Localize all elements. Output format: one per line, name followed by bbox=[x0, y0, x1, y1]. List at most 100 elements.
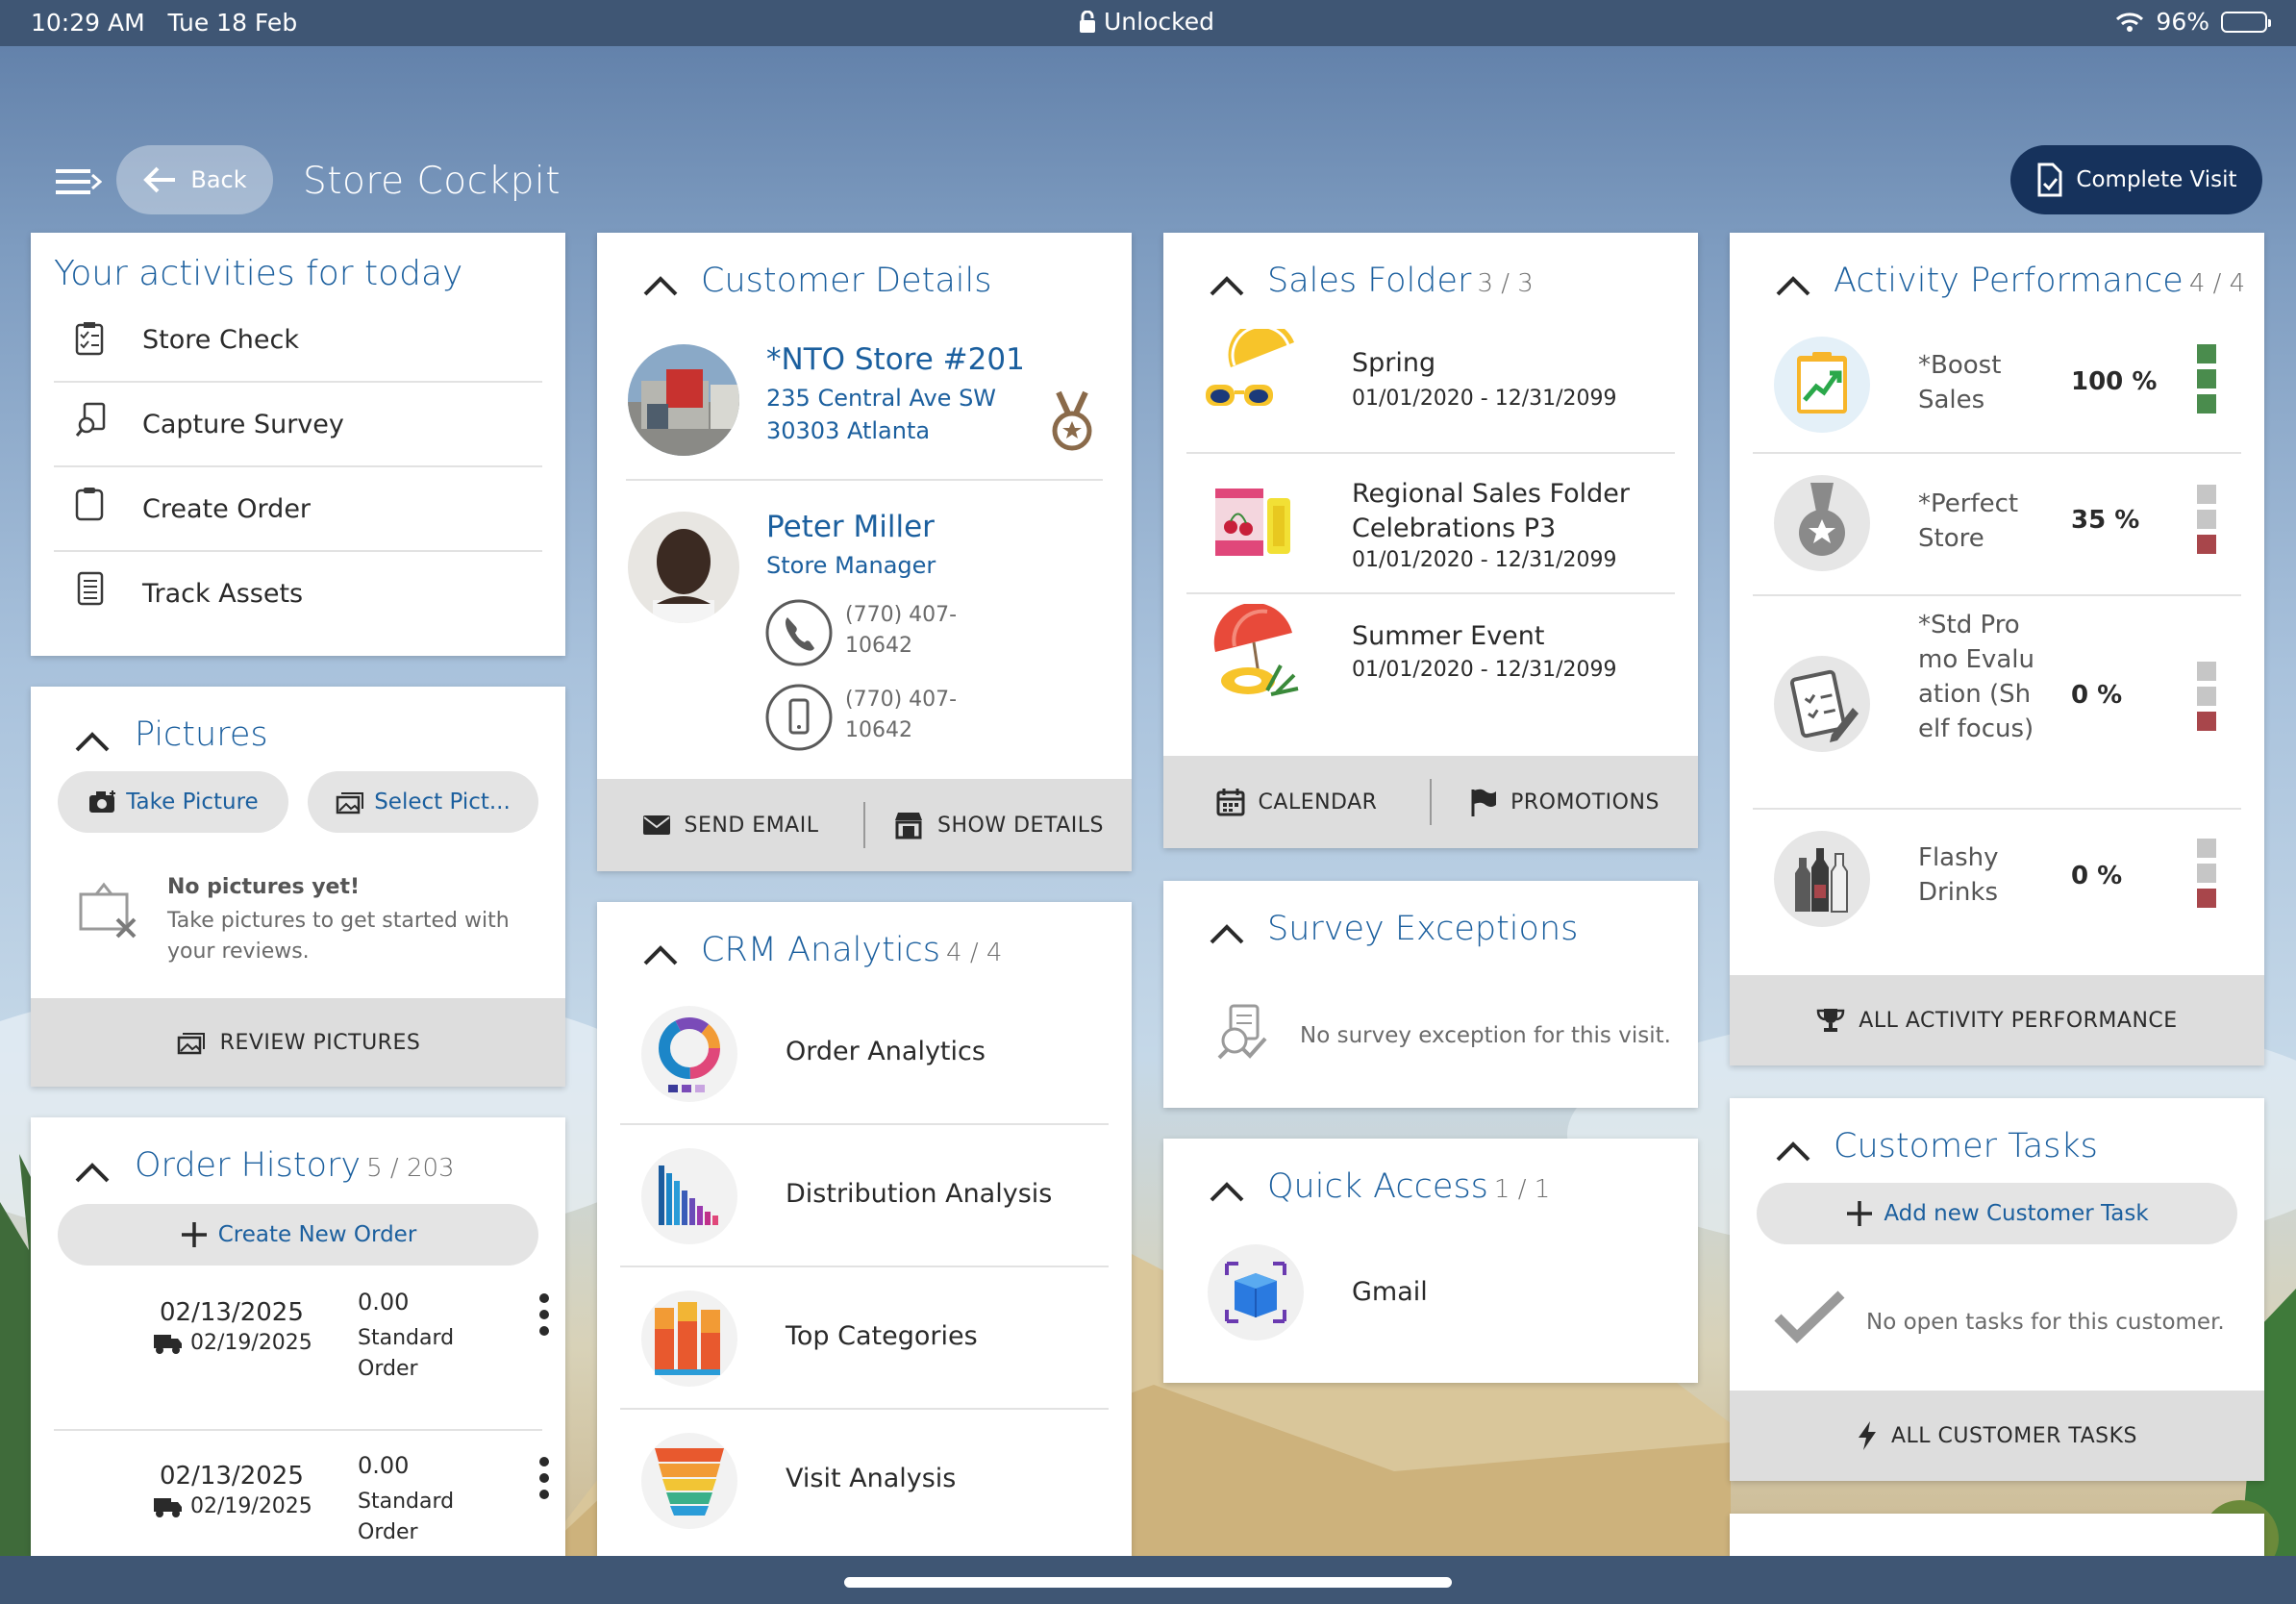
chevron-up-icon[interactable] bbox=[641, 271, 680, 298]
bar-chart-icon bbox=[641, 1148, 737, 1244]
survey-exceptions-card: Survey Exceptions No survey exception fo… bbox=[1163, 881, 1698, 1108]
performance-item-boost-sales[interactable]: *Boost Sales 100 % bbox=[1730, 329, 2264, 444]
mobile-number[interactable]: (770) 407-10642 bbox=[845, 685, 970, 746]
sunglasses-lemon-icon bbox=[1206, 329, 1294, 406]
chevron-up-icon[interactable] bbox=[1774, 1137, 1812, 1164]
gmail-box-icon bbox=[1208, 1244, 1304, 1341]
all-activity-performance-button[interactable]: ALL ACTIVITY PERFORMANCE bbox=[1730, 1007, 2264, 1034]
calendar-button[interactable]: CALENDAR bbox=[1163, 788, 1430, 816]
camera-icon bbox=[89, 790, 116, 813]
document-check-icon bbox=[2037, 163, 2062, 197]
checklist-icon bbox=[75, 322, 104, 356]
beach-umbrella-icon bbox=[1213, 604, 1299, 696]
order-row[interactable]: 02/13/2025 02/19/2025 0.00 Standard Orde… bbox=[31, 1448, 565, 1556]
crm-analytics-card: CRM Analytics 4 / 4 Order Analytics Distr… bbox=[597, 902, 1132, 1556]
crm-item-top-categories[interactable]: Top Categories bbox=[597, 1279, 1132, 1419]
home-indicator[interactable] bbox=[844, 1577, 1452, 1588]
complete-visit-button[interactable]: Complete Visit bbox=[2010, 145, 2262, 214]
activity-performance-title: Activity Performance 4 / 4 bbox=[1834, 262, 2246, 300]
store-name[interactable]: *NTO Store #201 bbox=[766, 342, 1025, 377]
store-icon bbox=[895, 813, 923, 840]
divider bbox=[620, 1123, 1109, 1125]
level-segment bbox=[2197, 662, 2216, 681]
envelope-icon bbox=[642, 815, 670, 835]
status-bar: 10:29 AM Tue 18 Feb Unlocked 96% bbox=[0, 0, 2296, 46]
bottles-icon bbox=[1774, 831, 1870, 927]
quick-access-item-gmail[interactable]: Gmail bbox=[1163, 1235, 1698, 1360]
divider bbox=[626, 479, 1103, 481]
level-segment bbox=[2197, 712, 2216, 731]
chevron-up-icon[interactable] bbox=[1208, 271, 1246, 298]
chevron-up-icon[interactable] bbox=[1208, 919, 1246, 946]
clipboard-pen-icon bbox=[1774, 656, 1870, 752]
review-pictures-button[interactable]: REVIEW PICTURES bbox=[31, 1030, 565, 1055]
phone-number[interactable]: (770) 407-10642 bbox=[845, 600, 970, 662]
customer-tasks-card: Customer Tasks Add new Customer Task No … bbox=[1730, 1098, 2264, 1481]
chevron-up-icon[interactable] bbox=[1774, 271, 1812, 298]
performance-item-perfect-store[interactable]: *Perfect Store 35 % bbox=[1730, 467, 2264, 592]
pictures-title: Pictures bbox=[135, 715, 268, 754]
activities-card: Your activities for today Store Check Ca… bbox=[31, 233, 565, 656]
activity-track-assets[interactable]: Track Assets bbox=[31, 564, 565, 646]
performance-item-std-promo[interactable]: *Std Promo Evaluation (Shelf focus) 0 % bbox=[1730, 608, 2264, 800]
sales-folder-item-spring[interactable]: Spring 01/01/2020 - 12/31/2099 bbox=[1163, 329, 1698, 471]
clipboard-icon bbox=[75, 488, 104, 521]
photo-gallery-icon bbox=[336, 792, 364, 815]
wifi-icon bbox=[2116, 12, 2144, 32]
activities-title: Your activities for today bbox=[54, 254, 463, 293]
no-pictures-text: Take pictures to get started with your r… bbox=[167, 909, 510, 964]
chevron-up-icon[interactable] bbox=[1208, 1177, 1246, 1204]
store-photo bbox=[628, 344, 739, 456]
crm-item-distribution-analysis[interactable]: Distribution Analysis bbox=[597, 1137, 1132, 1277]
contact-name[interactable]: Peter Miller bbox=[766, 510, 935, 544]
divider bbox=[54, 1429, 542, 1431]
all-customer-tasks-button[interactable]: ALL CUSTOMER TASKS bbox=[1730, 1420, 2264, 1451]
lock-status: Unlocked bbox=[1079, 8, 1214, 36]
promotions-button[interactable]: PROMOTIONS bbox=[1432, 788, 1698, 816]
level-segment bbox=[2197, 485, 2216, 504]
stacked-bar-icon bbox=[641, 1291, 737, 1387]
menu-icon[interactable] bbox=[56, 167, 102, 198]
performance-level-indicator bbox=[2197, 344, 2216, 419]
back-button[interactable]: Back bbox=[116, 145, 273, 214]
performance-item-flashy-drinks[interactable]: Flashy Drinks 0 % bbox=[1730, 821, 2264, 946]
sales-folder-item-summer[interactable]: Summer Event 01/01/2020 - 12/31/2099 bbox=[1163, 604, 1698, 748]
take-picture-button[interactable]: Take Picture bbox=[58, 771, 288, 833]
crm-item-order-analytics[interactable]: Order Analytics bbox=[597, 994, 1132, 1135]
create-new-order-button[interactable]: Create New Order bbox=[58, 1204, 538, 1266]
phone-icon[interactable] bbox=[764, 598, 834, 667]
page-header: Back Store Cockpit Complete Visit bbox=[0, 46, 2296, 229]
more-options-icon[interactable] bbox=[538, 1292, 550, 1337]
add-customer-task-button[interactable]: Add new Customer Task bbox=[1757, 1183, 2237, 1244]
show-details-button[interactable]: SHOW DETAILS bbox=[865, 811, 1132, 840]
chevron-up-icon[interactable] bbox=[73, 727, 112, 754]
sales-folder-title: Sales Folder 3 / 3 bbox=[1267, 262, 1534, 300]
send-email-button[interactable]: SEND EMAIL bbox=[597, 814, 863, 838]
crm-item-visit-analysis[interactable]: Visit Analysis bbox=[597, 1421, 1132, 1556]
performance-level-indicator bbox=[2197, 662, 2216, 737]
activity-performance-footer: ALL ACTIVITY PERFORMANCE bbox=[1730, 975, 2264, 1065]
delivery-truck-icon bbox=[154, 1335, 182, 1354]
plus-icon bbox=[1847, 1201, 1873, 1226]
divider bbox=[1753, 808, 2241, 810]
mobile-icon[interactable] bbox=[764, 683, 834, 752]
chevron-up-icon[interactable] bbox=[641, 940, 680, 967]
sales-folder-item-regional[interactable]: Regional Sales Folder Celebrations P3 01… bbox=[1163, 467, 1698, 610]
quick-access-title: Quick Access 1 / 1 bbox=[1267, 1167, 1551, 1206]
asset-list-icon bbox=[77, 571, 104, 606]
next-card-partial bbox=[1730, 1514, 2264, 1556]
status-time: 10:29 AM Tue 18 Feb bbox=[31, 9, 298, 37]
store-address-line1: 235 Central Ave SW bbox=[766, 385, 997, 412]
more-options-icon[interactable] bbox=[538, 1456, 550, 1500]
level-segment bbox=[2197, 839, 2216, 858]
contact-role: Store Manager bbox=[766, 552, 936, 579]
checkmark-icon bbox=[1774, 1291, 1845, 1343]
contact-avatar bbox=[628, 512, 739, 623]
lock-icon bbox=[1080, 10, 1095, 33]
performance-level-indicator bbox=[2197, 485, 2216, 560]
no-open-tasks-text: No open tasks for this customer. bbox=[1866, 1310, 2225, 1335]
chevron-up-icon[interactable] bbox=[73, 1158, 112, 1185]
divider bbox=[54, 550, 542, 552]
pictures-card: Pictures Take Picture Select Pict... No … bbox=[31, 687, 565, 1087]
select-picture-button[interactable]: Select Pict... bbox=[308, 771, 538, 833]
